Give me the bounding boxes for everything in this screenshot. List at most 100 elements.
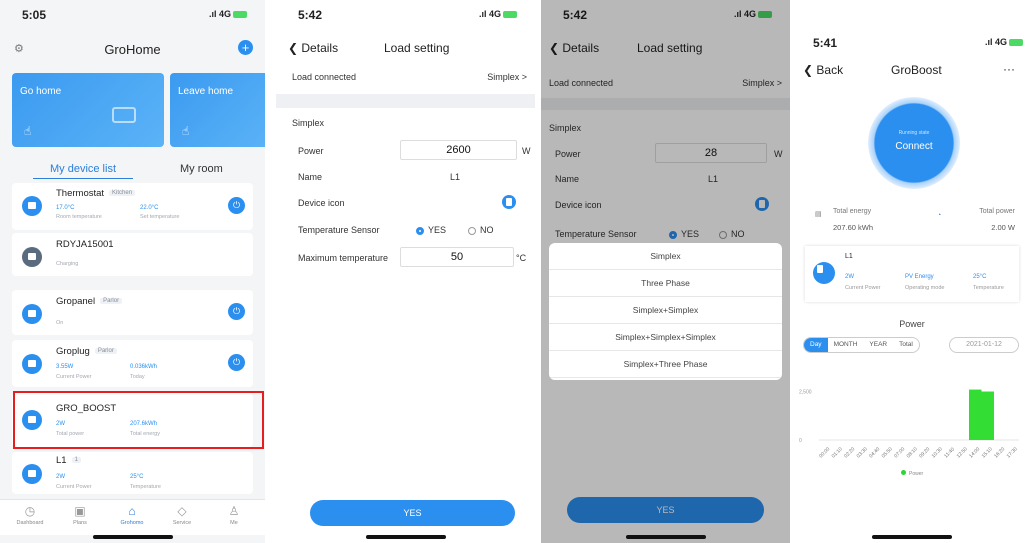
- nav-label: Plans: [73, 520, 87, 526]
- back-button[interactable]: ❮ Back: [803, 63, 843, 77]
- device-name: RDYJA15001: [56, 239, 114, 250]
- connect-ring[interactable]: Running state Connect: [868, 97, 960, 189]
- total-power: Total power 2.00 W: [959, 208, 1015, 232]
- load-icon: [813, 262, 835, 284]
- total-power-value: 2.00 W: [991, 223, 1015, 232]
- temperature-label: Temperature: [973, 285, 1004, 291]
- confirm-button[interactable]: YES: [310, 500, 515, 526]
- option-simplex-three-phase[interactable]: Simplex+Three Phase: [549, 351, 782, 378]
- total-energy: Total energy 207.60 kWh: [833, 208, 873, 232]
- option-three-phase[interactable]: Three Phase: [549, 270, 782, 297]
- device-name-text: L1: [56, 455, 67, 466]
- scene-leave-home[interactable]: Leave home ☝: [170, 73, 265, 147]
- date-picker[interactable]: 2021-01-12: [949, 337, 1019, 353]
- home-indicator: [92, 535, 173, 539]
- nav-dashboard[interactable]: ◷ Dashboard: [8, 504, 52, 526]
- phone-load-setting-picker: 5:42 .ıl 4G ❮ Details Load setting Load c…: [541, 0, 790, 543]
- power-label: Power: [298, 146, 324, 156]
- device-thermostat[interactable]: Thermostat Kitchen 17.0°C Room temperatur…: [12, 183, 253, 230]
- x-tick-label: 09:20: [918, 446, 931, 459]
- more-button[interactable]: ···: [1003, 62, 1015, 76]
- device-tabs: My device list My room: [0, 160, 265, 182]
- x-tick-label: 00:00: [818, 446, 831, 459]
- device-name: Gropanel Parlor: [56, 296, 123, 307]
- power-gauge-icon: ◔: [937, 212, 942, 219]
- segment-day[interactable]: Day: [804, 338, 828, 352]
- device-name: Groplug Parlor: [56, 346, 117, 357]
- scene-go-home[interactable]: Go home ☝: [12, 73, 164, 147]
- name-value[interactable]: L1: [450, 172, 460, 182]
- page-title: GroHome: [104, 42, 161, 57]
- tab-device-list[interactable]: My device list: [33, 163, 133, 179]
- segment-total[interactable]: Total: [893, 338, 919, 352]
- device-rdyja15001[interactable]: RDYJA15001 Charging: [12, 233, 253, 276]
- user-icon: ♙: [228, 504, 240, 518]
- radio-checked-icon: [416, 226, 424, 235]
- device-groplug[interactable]: Groplug Parlor 3.55W Current Power 0.036k…: [12, 340, 253, 387]
- current-power-label: Current Power: [845, 285, 881, 291]
- plans-icon: ▣: [74, 504, 86, 518]
- add-device-button[interactable]: +: [238, 40, 253, 55]
- load-icon: [22, 464, 42, 484]
- power-chart: 0 2,500 00:00 01:10 02:20 03:30 04:40 05:50 07:0…: [799, 390, 1019, 459]
- chart-legend: Power: [901, 470, 923, 477]
- option-simplex-simplex[interactable]: Simplex+Simplex: [549, 297, 782, 324]
- y-tick-label: 2,500: [799, 390, 812, 396]
- x-tick-label: 08:10: [906, 446, 919, 459]
- power-button[interactable]: ⏻: [228, 354, 245, 371]
- x-tick-label: 01:10: [831, 446, 844, 459]
- device-icon[interactable]: [502, 195, 516, 209]
- device-name-text: Groplug: [56, 346, 90, 357]
- tab-my-room[interactable]: My room: [180, 163, 223, 175]
- back-button[interactable]: ❮ Details: [288, 41, 338, 55]
- device-name-text: Gropanel: [56, 296, 96, 307]
- battery-device-icon: [22, 247, 42, 267]
- device-name-text: Thermostat: [56, 188, 105, 199]
- x-tick-label: 16:20: [993, 446, 1006, 459]
- power-input[interactable]: 2600: [400, 140, 517, 160]
- segment-year[interactable]: YEAR: [863, 338, 893, 352]
- room-tag: Kitchen: [109, 190, 136, 197]
- power-button[interactable]: ⏻: [228, 197, 245, 214]
- service-icon: ◇: [177, 504, 187, 518]
- device-icon-label: Device icon: [298, 198, 345, 208]
- scene-label: Go home: [20, 86, 62, 97]
- phone-grohome: 5:05 .ıl 4G ⚙ GroHome + Go home ☝ Leave h…: [0, 0, 265, 543]
- load-card[interactable]: L1 2W Current Power PV Energy Operating …: [805, 246, 1019, 302]
- load-connected-value: Simplex >: [487, 72, 527, 82]
- sensor-yes-radio[interactable]: YES: [416, 225, 446, 235]
- header: ❮ Details Load setting: [276, 32, 535, 62]
- tap-icon: ☝: [24, 124, 32, 138]
- device-gropanel[interactable]: Gropanel Parlor On ⏻: [12, 290, 253, 335]
- room-temp-label: Room temperature: [56, 214, 102, 220]
- nav-me[interactable]: ♙ Me: [212, 504, 256, 526]
- home-indicator: [365, 535, 446, 539]
- clock: 5:41: [813, 36, 838, 50]
- sensor-no-radio[interactable]: NO: [468, 225, 494, 235]
- load-connected-row[interactable]: Load connected Simplex >: [276, 72, 535, 86]
- battery-icon: [503, 11, 517, 19]
- total-power-label: Total power: [979, 208, 1015, 215]
- nav-plans[interactable]: ▣ Plans: [58, 504, 102, 526]
- nav-grohomo[interactable]: ⌂ Grohomo: [110, 504, 154, 526]
- option-simplex[interactable]: Simplex: [549, 243, 782, 270]
- device-l1[interactable]: L1 1 2W Current Power 25°C Temperature: [12, 452, 253, 494]
- power-button[interactable]: ⏻: [228, 303, 245, 320]
- status-bar: 5:42 .ıl 4G: [276, 0, 535, 30]
- chevron-left-icon: ❮: [803, 63, 817, 77]
- segment-month[interactable]: MONTH: [828, 338, 864, 352]
- nav-label: Me: [230, 520, 238, 526]
- device-name: L1 1: [56, 455, 81, 466]
- nav-service[interactable]: ◇ Service: [160, 504, 204, 526]
- name-label: Name: [298, 172, 323, 182]
- device-name: Thermostat Kitchen: [56, 188, 136, 199]
- header: ❮ Back GroBoost ···: [797, 54, 1027, 84]
- max-temp-input[interactable]: 50: [400, 247, 514, 267]
- room-tag: Parlor: [94, 348, 117, 355]
- y-tick-label: 0: [799, 438, 802, 444]
- total-energy-label: Total energy: [833, 208, 872, 215]
- current-power-label: Current Power: [56, 484, 92, 490]
- option-simplex-simplex-simplex[interactable]: Simplex+Simplex+Simplex: [549, 324, 782, 351]
- chevron-left-icon: ❮: [288, 41, 302, 55]
- phone-groboost: 5:41 .ıl 4G ❮ Back GroBoost ··· Running s…: [797, 0, 1027, 543]
